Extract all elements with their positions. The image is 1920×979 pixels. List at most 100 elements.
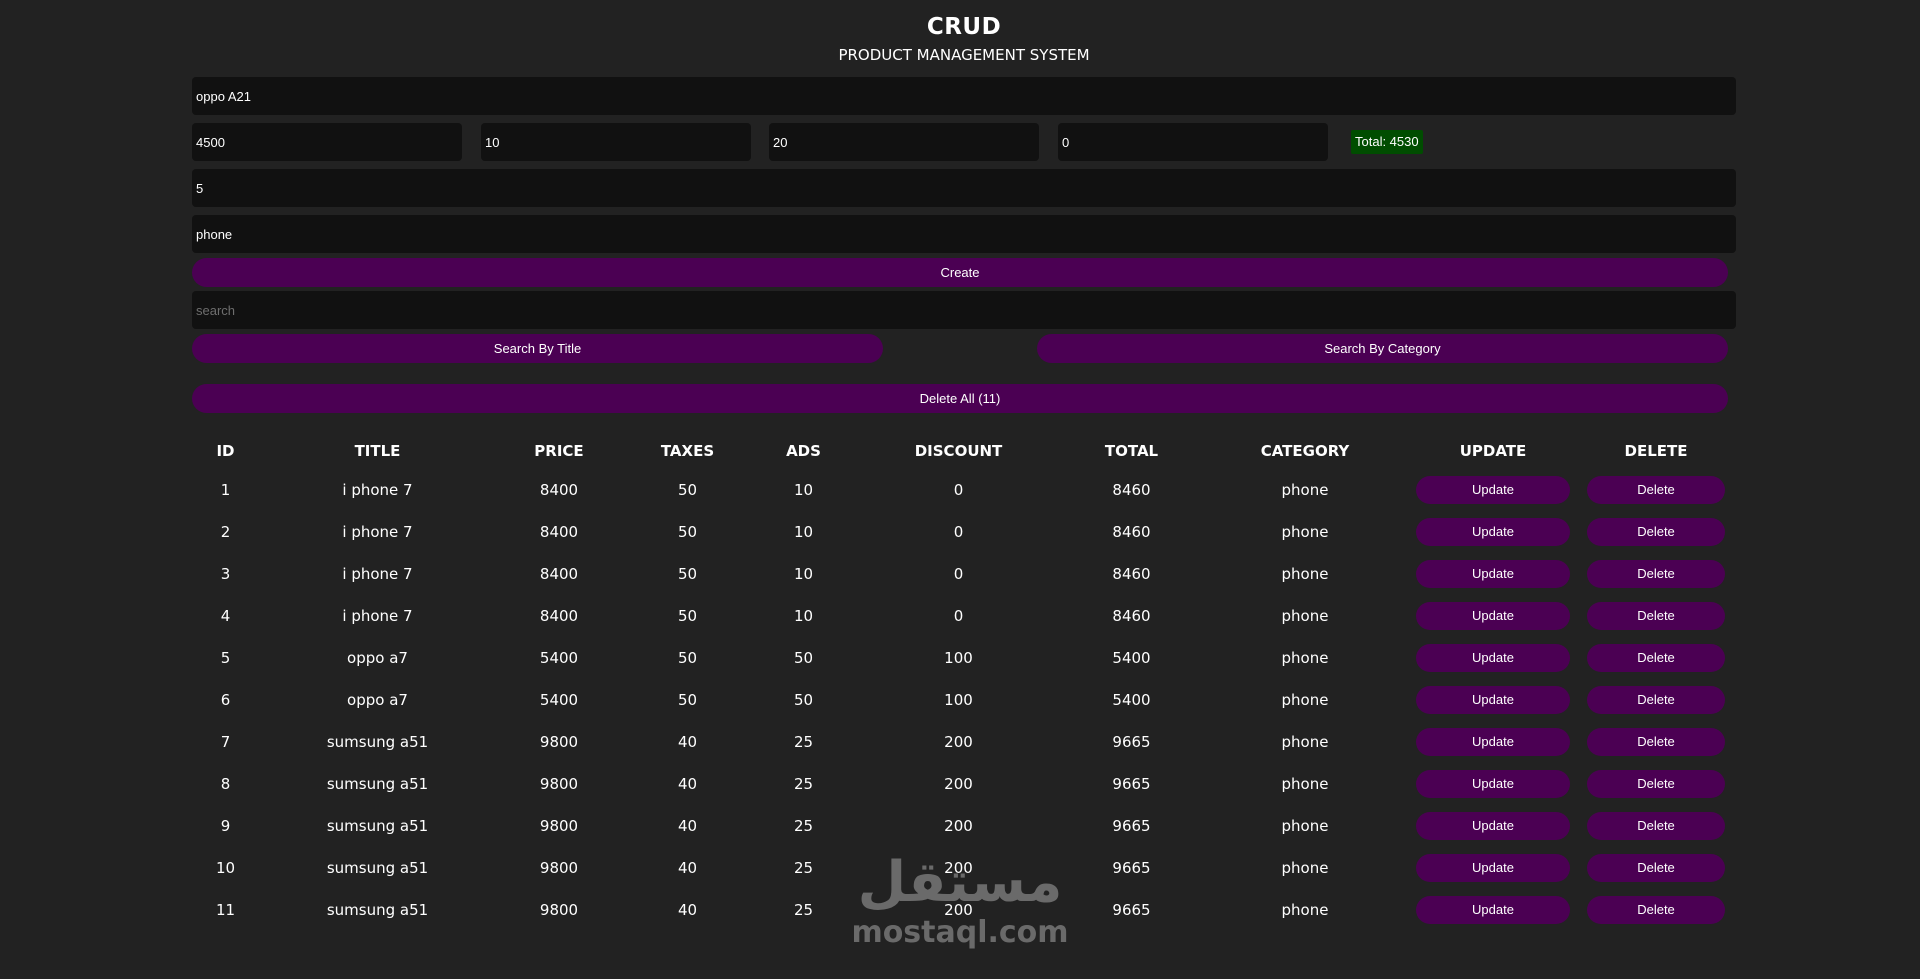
update-button[interactable]: Update	[1416, 686, 1570, 714]
cell-title: sumsung a51	[326, 901, 429, 919]
update-button[interactable]: Update	[1416, 896, 1570, 924]
category-input[interactable]	[192, 215, 1736, 253]
cell-id: 6	[220, 691, 231, 709]
table-row: 8 sumsung a51 9800 40 25 200 9665 phone Update De…	[192, 763, 1736, 805]
cell-id: 8	[220, 775, 231, 793]
price-input[interactable]	[192, 123, 462, 161]
update-button[interactable]: Update	[1416, 812, 1570, 840]
update-button[interactable]: Update	[1416, 770, 1570, 798]
update-button[interactable]: Update	[1416, 560, 1570, 588]
delete-button[interactable]: Delete	[1587, 770, 1725, 798]
cell-delete: Delete	[1576, 595, 1736, 637]
cell-delete: Delete	[1576, 637, 1736, 679]
cell-id: 10	[215, 859, 236, 877]
cell-category: phone	[1281, 733, 1329, 751]
cell-total: 9665	[1112, 859, 1151, 877]
create-button[interactable]: Create	[192, 258, 1728, 287]
cell-title: sumsung a51	[326, 817, 429, 835]
table-row: 6 oppo a7 5400 50 50 100 5400 phone Update Delete	[192, 679, 1736, 721]
cell-delete: Delete	[1576, 721, 1736, 763]
cell-category: phone	[1281, 481, 1329, 499]
cell-title: sumsung a51	[326, 775, 429, 793]
cell-category: phone	[1281, 775, 1329, 793]
cell-id: 5	[220, 649, 231, 667]
cell-category: phone	[1281, 859, 1329, 877]
cell-category: phone	[1281, 565, 1329, 583]
cell-update: Update	[1410, 763, 1576, 805]
update-button[interactable]: Update	[1416, 728, 1570, 756]
cell-total: 5400	[1112, 649, 1151, 667]
delete-button[interactable]: Delete	[1587, 896, 1725, 924]
ads-input[interactable]	[769, 123, 1039, 161]
cell-ads: 10	[793, 565, 814, 583]
cell-ads: 50	[793, 691, 814, 709]
cell-title: i phone 7	[342, 481, 413, 499]
cell-total: 9665	[1112, 775, 1151, 793]
update-button[interactable]: Update	[1416, 518, 1570, 546]
update-button[interactable]: Update	[1416, 854, 1570, 882]
search-by-category-button[interactable]: Search By Category	[1037, 334, 1728, 363]
cell-taxes: 40	[677, 817, 698, 835]
cell-price: 5400	[539, 691, 579, 709]
delete-button[interactable]: Delete	[1587, 518, 1725, 546]
cell-delete: Delete	[1576, 469, 1736, 511]
delete-all-button[interactable]: Delete All (11)	[192, 384, 1728, 413]
cell-total: 9665	[1112, 733, 1151, 751]
cell-id: 9	[220, 817, 231, 835]
cell-title: sumsung a51	[326, 733, 429, 751]
count-input[interactable]	[192, 169, 1736, 207]
header-taxes: TAXES	[660, 442, 715, 460]
delete-button[interactable]: Delete	[1587, 644, 1725, 672]
table-row: 3 i phone 7 8400 50 10 0 8460 phone Update Delete	[192, 553, 1736, 595]
header-title: TITLE	[354, 442, 401, 460]
cell-ads: 25	[793, 817, 814, 835]
cell-ads: 25	[793, 901, 814, 919]
cell-delete: Delete	[1576, 763, 1736, 805]
table-row: 5 oppo a7 5400 50 50 100 5400 phone Update Delete	[192, 637, 1736, 679]
cell-title: i phone 7	[342, 607, 413, 625]
cell-price: 5400	[539, 649, 579, 667]
cell-discount: 0	[953, 523, 964, 541]
cell-taxes: 50	[677, 481, 698, 499]
search-by-title-button[interactable]: Search By Title	[192, 334, 883, 363]
delete-button[interactable]: Delete	[1587, 602, 1725, 630]
watermark-logo: مستقل mostaql.com	[845, 852, 1075, 962]
delete-button[interactable]: Delete	[1587, 476, 1725, 504]
cell-update: Update	[1410, 847, 1576, 889]
cell-total: 9665	[1112, 817, 1151, 835]
update-button[interactable]: Update	[1416, 602, 1570, 630]
cell-price: 8400	[539, 523, 579, 541]
cell-price: 9800	[539, 817, 579, 835]
discount-input[interactable]	[1058, 123, 1328, 161]
delete-button[interactable]: Delete	[1587, 728, 1725, 756]
cell-ads: 10	[793, 607, 814, 625]
delete-button[interactable]: Delete	[1587, 686, 1725, 714]
table-row: 7 sumsung a51 9800 40 25 200 9665 phone Update De…	[192, 721, 1736, 763]
page-title: CRUD	[926, 14, 1002, 40]
cell-id: 4	[220, 607, 231, 625]
cell-title: oppo a7	[347, 691, 408, 709]
cell-taxes: 40	[677, 775, 698, 793]
delete-button[interactable]: Delete	[1587, 560, 1725, 588]
header-ads: ADS	[786, 442, 821, 460]
cell-discount: 100	[944, 691, 973, 709]
cell-category: phone	[1281, 523, 1329, 541]
taxes-input[interactable]	[481, 123, 751, 161]
search-input[interactable]	[192, 291, 1736, 329]
title-input[interactable]	[192, 77, 1736, 115]
cell-delete: Delete	[1576, 553, 1736, 595]
cell-taxes: 40	[677, 901, 698, 919]
cell-delete: Delete	[1576, 511, 1736, 553]
delete-button[interactable]: Delete	[1587, 854, 1725, 882]
cell-delete: Delete	[1576, 679, 1736, 721]
cell-ads: 25	[793, 859, 814, 877]
update-button[interactable]: Update	[1416, 644, 1570, 672]
cell-update: Update	[1410, 469, 1576, 511]
cell-taxes: 50	[677, 691, 698, 709]
watermark-latin: mostaql.com	[851, 915, 1069, 950]
delete-button[interactable]: Delete	[1587, 812, 1725, 840]
cell-id: 1	[220, 481, 231, 499]
table-row: 1 i phone 7 8400 50 10 0 8460 phone Update Delete	[192, 469, 1736, 511]
update-button[interactable]: Update	[1416, 476, 1570, 504]
watermark-arabic: مستقل	[857, 850, 1064, 915]
